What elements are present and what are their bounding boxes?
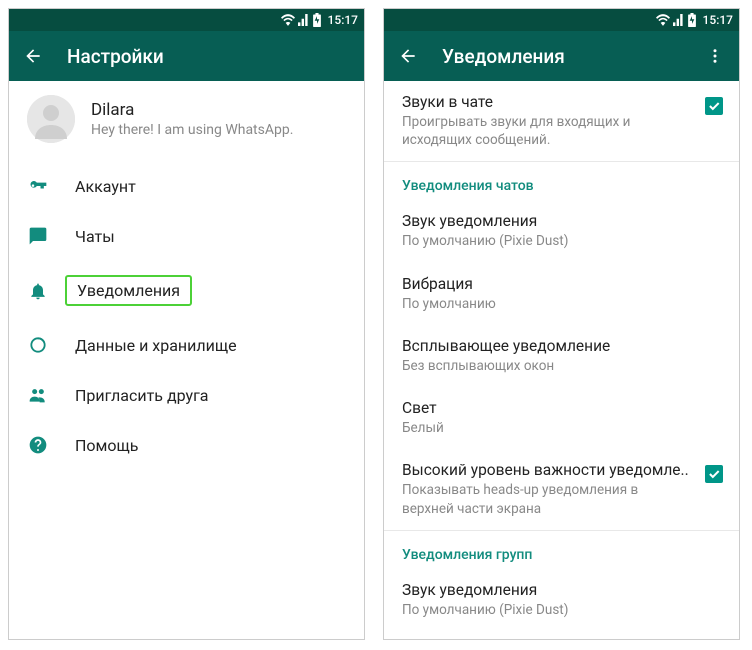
help-icon (27, 434, 49, 456)
avatar (27, 95, 75, 143)
setting-subtitle: Показывать heads-up уведомления в верхне… (402, 481, 693, 517)
setting-title: Звуки в чате (402, 93, 693, 111)
setting-title: Высокий уровень важности уведомле.. (402, 461, 693, 479)
key-icon (27, 175, 49, 197)
profile-name: Dilara (91, 100, 293, 120)
row-group-vibration[interactable]: Вибрация По умолчанию (384, 631, 739, 639)
checkbox-checked[interactable] (705, 465, 723, 483)
page-title: Уведомления (442, 45, 681, 68)
menu-list: Аккаунт Чаты Уведомления Данные и хранил… (9, 157, 364, 474)
back-icon[interactable] (23, 46, 43, 66)
notifications-list: Звуки в чате Проигрывать звуки для входя… (384, 81, 739, 639)
setting-subtitle: Без всплывающих окон (402, 357, 723, 375)
row-high-priority[interactable]: Высокий уровень важности уведомле.. Пока… (384, 449, 739, 529)
profile-row[interactable]: Dilara Hey there! I am using WhatsApp. (9, 81, 364, 157)
status-time: 15:17 (703, 13, 733, 27)
app-bar: Уведомления (384, 31, 739, 81)
setting-subtitle: По умолчанию (Pixie Dust) (402, 232, 723, 250)
setting-subtitle: Белый (402, 419, 723, 437)
battery-icon (688, 13, 696, 27)
people-icon (27, 384, 49, 406)
status-time: 15:17 (328, 13, 358, 27)
setting-title: Звук уведомления (402, 581, 723, 599)
checkbox-checked[interactable] (705, 97, 723, 115)
bell-icon (27, 280, 49, 302)
setting-subtitle: По умолчанию (Pixie Dust) (402, 601, 723, 619)
menu-label-highlighted: Уведомления (65, 275, 192, 306)
setting-title: Свет (402, 399, 723, 417)
page-title: Настройки (67, 45, 350, 68)
row-group-sound[interactable]: Звук уведомления По умолчанию (Pixie Dus… (384, 569, 739, 631)
app-bar: Настройки (9, 31, 364, 81)
status-bar: 15:17 (384, 9, 739, 31)
row-conversation-sounds[interactable]: Звуки в чате Проигрывать звуки для входя… (384, 81, 739, 161)
wifi-icon (281, 14, 295, 26)
signal-icon (673, 14, 685, 26)
menu-item-account[interactable]: Аккаунт (9, 161, 364, 211)
row-vibration[interactable]: Вибрация По умолчанию (384, 263, 739, 325)
setting-title: Всплывающее уведомление (402, 337, 723, 355)
menu-label: Чаты (75, 227, 115, 246)
chat-icon (27, 225, 49, 247)
row-notification-sound[interactable]: Звук уведомления По умолчанию (Pixie Dus… (384, 200, 739, 262)
phone-settings: 15:17 Настройки Dilara Hey there! I am u… (8, 8, 365, 640)
menu-item-data[interactable]: Данные и хранилище (9, 320, 364, 370)
menu-item-notifications[interactable]: Уведомления (9, 261, 364, 320)
section-chat-notifications: Уведомления чатов (384, 162, 739, 200)
battery-icon (313, 13, 321, 27)
menu-label: Аккаунт (75, 177, 136, 196)
menu-label: Помощь (75, 436, 138, 455)
menu-label: Данные и хранилище (75, 336, 237, 355)
menu-label: Пригласить друга (75, 386, 209, 405)
back-icon[interactable] (398, 46, 418, 66)
signal-icon (298, 14, 310, 26)
section-group-notifications: Уведомления групп (384, 531, 739, 569)
overflow-icon[interactable] (705, 46, 725, 66)
row-light[interactable]: Свет Белый (384, 387, 739, 449)
menu-item-help[interactable]: Помощь (9, 420, 364, 470)
wifi-icon (656, 14, 670, 26)
setting-subtitle: По умолчанию (402, 295, 723, 313)
profile-status: Hey there! I am using WhatsApp. (91, 122, 293, 138)
setting-title: Звук уведомления (402, 212, 723, 230)
profile-text: Dilara Hey there! I am using WhatsApp. (91, 100, 293, 138)
settings-content: Dilara Hey there! I am using WhatsApp. А… (9, 81, 364, 639)
menu-item-invite[interactable]: Пригласить друга (9, 370, 364, 420)
setting-subtitle: Проигрывать звуки для входящих и исходящ… (402, 113, 693, 149)
setting-title: Вибрация (402, 275, 723, 293)
data-icon (27, 334, 49, 356)
section-header: Уведомления групп (402, 547, 532, 563)
menu-item-chats[interactable]: Чаты (9, 211, 364, 261)
status-bar: 15:17 (9, 9, 364, 31)
row-popup[interactable]: Всплывающее уведомление Без всплывающих … (384, 325, 739, 387)
section-header: Уведомления чатов (402, 178, 534, 194)
phone-notifications: 15:17 Уведомления Звуки в чате Проигрыва… (383, 8, 740, 640)
